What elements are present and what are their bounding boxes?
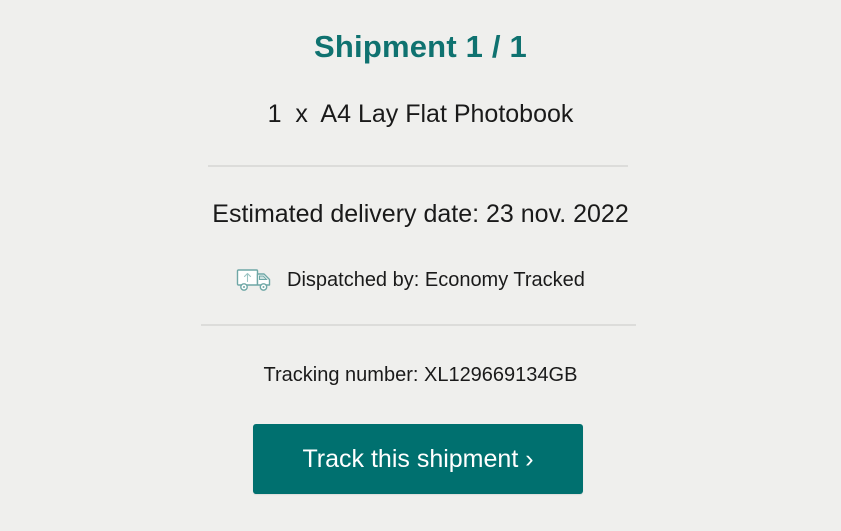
dispatch-info: Dispatched by: Economy Tracked: [236, 266, 585, 294]
product-line: 1 x A4 Lay Flat Photobook: [267, 100, 574, 128]
estimated-delivery-date: Estimated delivery date: 23 nov. 2022: [212, 200, 629, 228]
divider: [208, 165, 628, 167]
tracking-number: Tracking number: XL129669134GB: [263, 364, 578, 386]
divider: [201, 324, 636, 326]
delivery-truck-icon: [236, 267, 272, 293]
track-shipment-button[interactable]: Track this shipment ›: [253, 424, 583, 494]
shipment-card: Shipment 1 / 1 1 x A4 Lay Flat Photobook…: [0, 0, 841, 531]
dispatch-method: Dispatched by: Economy Tracked: [287, 268, 585, 291]
shipment-title: Shipment 1 / 1: [314, 29, 527, 64]
